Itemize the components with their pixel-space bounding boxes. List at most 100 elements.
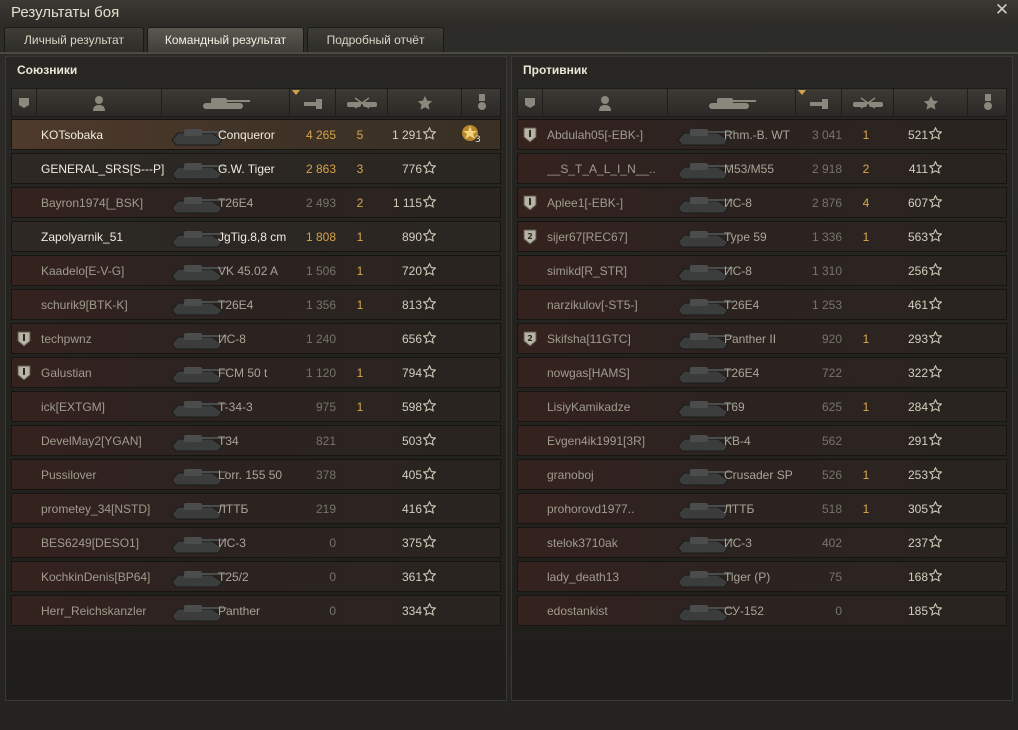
column-player-header[interactable]: [543, 89, 668, 116]
star-icon: [928, 194, 943, 208]
damage-value: 0: [329, 604, 336, 618]
xp-value: 607: [907, 196, 928, 210]
kills-value: [350, 536, 370, 551]
tank-name: T69: [724, 400, 745, 414]
kills-value: [350, 570, 370, 585]
allies-player-row[interactable]: Galustian FCM 50 t 1 120 1 794: [11, 357, 501, 388]
xp-value: 813: [401, 298, 422, 312]
allies-player-row[interactable]: prometey_34[NSTD] ЛТТБ 219 416: [11, 493, 501, 524]
enemies-player-row[interactable]: granoboj Crusader SP 526 1 253: [517, 459, 1007, 490]
column-xp-star-header[interactable]: [894, 89, 968, 116]
allies-player-row[interactable]: DevelMay2[YGAN] T34 821 503: [11, 425, 501, 456]
tank-name: T26E4: [218, 196, 254, 210]
allies-player-row[interactable]: Pussilover Lorr. 155 50 378 405: [11, 459, 501, 490]
damage-value: 3 041: [811, 128, 842, 142]
enemies-player-row[interactable]: Aplee1[-EBK-] ИС-8 2 876 4 607: [517, 187, 1007, 218]
star-icon: [928, 500, 943, 514]
enemies-player-row[interactable]: lady_death13 Tiger (P) 75 168: [517, 561, 1007, 592]
column-damage-header[interactable]: [290, 89, 336, 116]
enemies-player-row[interactable]: prohorovd1977.. ЛТТБ 518 1 305: [517, 493, 1007, 524]
column-squad-header[interactable]: [518, 89, 543, 116]
tank-name: ИС-8: [724, 196, 752, 210]
column-kills-header[interactable]: [336, 89, 388, 116]
xp-value: 361: [401, 570, 422, 584]
player-name: Bayron1974[_BSK]: [41, 196, 144, 210]
xp-value: 256: [907, 264, 928, 278]
tank-name: T26E4: [218, 298, 254, 312]
tank-name: Panther II: [724, 332, 777, 346]
column-tank-header[interactable]: [162, 89, 290, 116]
column-medal-header[interactable]: [462, 89, 502, 116]
xp-value: 656: [401, 332, 422, 346]
xp-value: 305: [907, 502, 928, 516]
tank-name: Tiger (P): [724, 570, 771, 584]
column-damage-header[interactable]: [796, 89, 842, 116]
star-icon: [928, 296, 943, 310]
column-kills-header[interactable]: [842, 89, 894, 116]
damage-value: 75: [828, 570, 842, 584]
chevron-down-icon: [798, 90, 806, 96]
enemies-player-row[interactable]: edostankist СУ-152 0 185: [517, 595, 1007, 626]
close-icon[interactable]: ✕: [993, 0, 1011, 20]
tab-detailed-report[interactable]: Подробный отчёт: [307, 27, 444, 52]
kills-value: 1: [862, 230, 870, 244]
star-icon: [422, 194, 437, 208]
player-name: Galustian: [41, 366, 92, 380]
allies-player-row[interactable]: KOTsobaka Conqueror 4 265 5 1 291 3: [11, 119, 501, 150]
tab-team-result[interactable]: Командный результат: [147, 27, 304, 52]
enemies-player-row[interactable]: Evgen4ik1991[3R] KB-4 562 291: [517, 425, 1007, 456]
enemies-player-row[interactable]: nowgas[HAMS] T26E4 722 322: [517, 357, 1007, 388]
damage-value: 562: [821, 434, 842, 448]
xp-value: 720: [401, 264, 422, 278]
player-name: Skifsha[11GTC]: [547, 332, 631, 346]
xp-value: 284: [907, 400, 928, 414]
enemies-player-row[interactable]: LisiyKamikadze T69 625 1 284: [517, 391, 1007, 422]
allies-player-row[interactable]: techpwnz ИС-8 1 240 656: [11, 323, 501, 354]
column-xp-star-header[interactable]: [388, 89, 462, 116]
enemies-player-row[interactable]: 2 Skifsha[11GTC] Panther II 920 1 293: [517, 323, 1007, 354]
enemies-player-row[interactable]: __S_T_A_L_I_N__.. M53/M55 2 918 2 411: [517, 153, 1007, 184]
kills-value: 2: [356, 196, 364, 210]
allies-player-row[interactable]: Kaadelo[E-V-G] VK 45.02 A 1 506 1 720: [11, 255, 501, 286]
tank-icon: [705, 95, 759, 111]
player-name: KochkinDenis[BP64]: [41, 570, 151, 584]
enemies-player-row[interactable]: stelok3710ak ИС-3 402 237: [517, 527, 1007, 558]
player-name: prometey_34[NSTD]: [41, 502, 151, 516]
allies-player-row[interactable]: BES6249[DESO1] ИС-3 0 375: [11, 527, 501, 558]
damage-value: 1 506: [305, 264, 336, 278]
player-name: LisiyKamikadze: [547, 400, 631, 414]
allies-player-row[interactable]: Zapolyarnik_51 JgTig.8,8 cm 1 808 1 890: [11, 221, 501, 252]
player-name: Herr_Reichskanzler: [41, 604, 147, 618]
damage-value: 526: [821, 468, 842, 482]
damage-value: 2 493: [305, 196, 336, 210]
enemies-player-row[interactable]: 2 sijer67[REC67] Type 59 1 336 1 563: [517, 221, 1007, 252]
tank-name: ИС-3: [724, 536, 752, 550]
column-tank-header[interactable]: [668, 89, 796, 116]
enemies-player-row[interactable]: simikd[R_STR] ИС-8 1 310 256: [517, 255, 1007, 286]
xp-value: 503: [401, 434, 422, 448]
allies-player-row[interactable]: Bayron1974[_BSK] T26E4 2 493 2 1 115: [11, 187, 501, 218]
xp-value: 521: [907, 128, 928, 142]
enemies-player-row[interactable]: Abdulah05[-EBK-] Rhm.-B. WT 3 041 1 521: [517, 119, 1007, 150]
damage-value: 4 265: [305, 128, 336, 142]
star-icon: [928, 126, 943, 140]
star-icon: [422, 330, 437, 344]
enemies-player-row[interactable]: narzikulov[-ST5-] T26E4 1 253 461: [517, 289, 1007, 320]
damage-value: 1 120: [305, 366, 336, 380]
tank-name: FCM 50 t: [218, 366, 268, 380]
xp-value: 185: [907, 604, 928, 618]
allies-player-row[interactable]: ick[EXTGM] T-34-3 975 1 598: [11, 391, 501, 422]
column-squad-header[interactable]: [12, 89, 37, 116]
allies-player-row[interactable]: KochkinDenis[BP64] T25/2 0 361: [11, 561, 501, 592]
tank-name: KB-4: [724, 434, 751, 448]
kills-value: 1: [356, 366, 364, 380]
allies-player-row[interactable]: Herr_Reichskanzler Panther 0 334: [11, 595, 501, 626]
column-medal-header[interactable]: [968, 89, 1008, 116]
column-player-header[interactable]: [37, 89, 162, 116]
allies-player-row[interactable]: schurik9[BTK-K] T26E4 1 356 1 813: [11, 289, 501, 320]
achievement-medal-icon[interactable]: 3: [460, 123, 482, 147]
allies-player-row[interactable]: GENERAL_SRS[S---P] G.W. Tiger 2 863 3 776: [11, 153, 501, 184]
player-name: lady_death13: [547, 570, 620, 584]
enemies-panel: Противник Abdulah05[-EBK-] Rhm.-B. WT 3 04…: [511, 56, 1013, 701]
tab-personal-result[interactable]: Личный результат: [4, 27, 144, 52]
